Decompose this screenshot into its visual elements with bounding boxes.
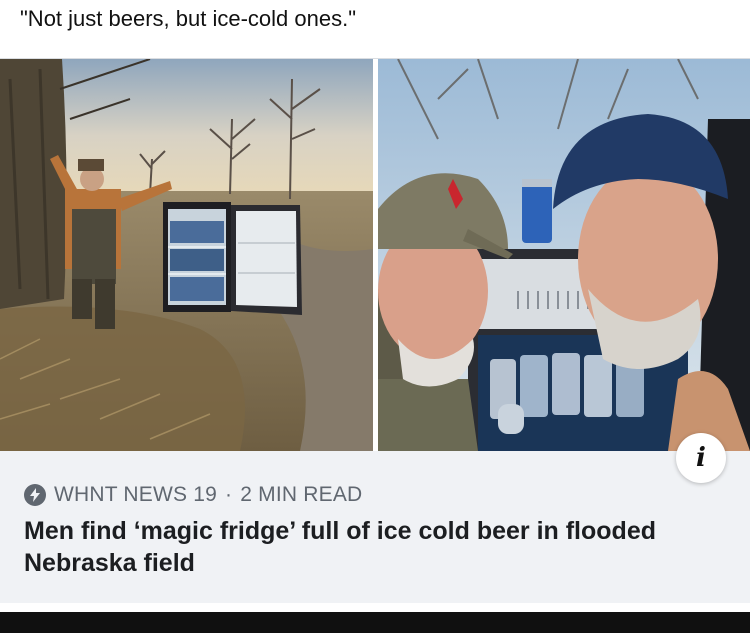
watermark-bar [0,612,750,633]
info-icon[interactable]: i [676,433,726,483]
article-headline[interactable]: Men find ‘magic fridge’ full of ice cold… [24,515,714,579]
post-caption: "Not just beers, but ice-cold ones." [20,6,357,31]
read-time: 2 MIN READ [240,483,363,506]
article-source: WHNT NEWS 19 [54,483,218,506]
article-meta: WHNT NEWS 19 · 2 MIN READ [24,483,362,507]
photo-fridge-in-field [0,59,373,451]
article-photos[interactable] [0,59,750,451]
lightning-bolt-icon [24,484,46,506]
link-preview-card[interactable]: i WHNT NEWS 19 · 2 MIN READ Men find ‘ma… [0,58,750,603]
photo-selfie-with-beers [378,59,750,451]
ifunny-watermark [742,612,746,633]
meta-separator: · [225,483,233,506]
